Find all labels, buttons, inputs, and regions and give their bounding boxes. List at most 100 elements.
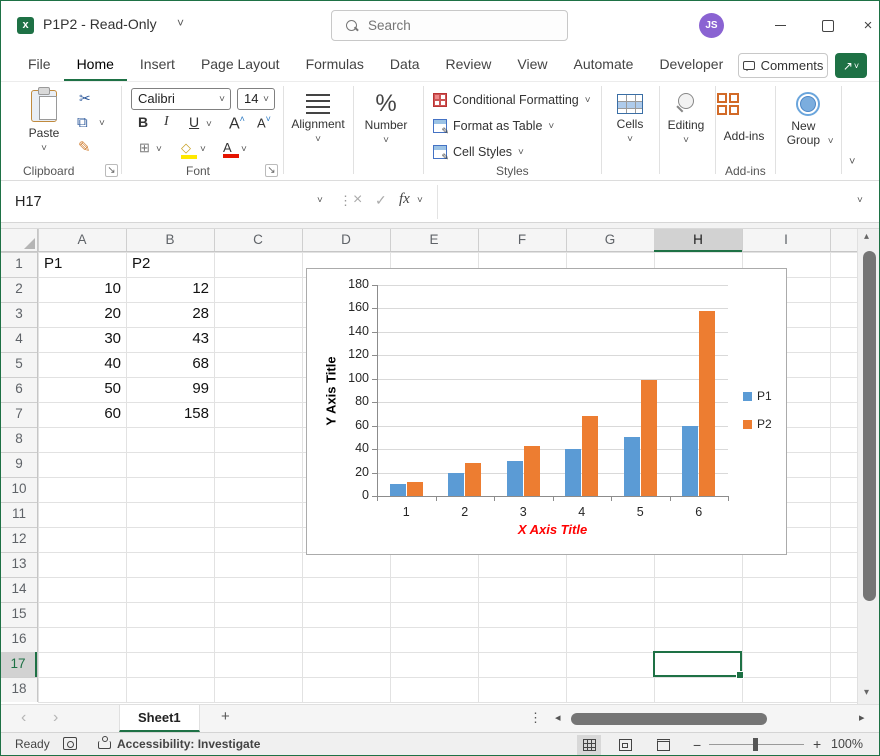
row-header-6[interactable]: 6: [1, 377, 37, 402]
row-header-12[interactable]: 12: [1, 527, 37, 552]
row-header-10[interactable]: 10: [1, 477, 37, 502]
row-header-4[interactable]: 4: [1, 327, 37, 352]
conditional-formatting-button[interactable]: Conditional Formatting ˅: [433, 90, 591, 110]
zoom-in-button[interactable]: +: [813, 736, 821, 752]
bar-P2-cat5[interactable]: [640, 379, 657, 496]
format-as-table-button[interactable]: Format as Table ˅: [433, 116, 554, 137]
cell-B2[interactable]: 12: [127, 277, 214, 302]
cell-A4[interactable]: 30: [39, 327, 126, 352]
cell-B3[interactable]: 28: [127, 302, 214, 327]
borders-chevron-down-icon[interactable]: ˅: [156, 144, 162, 155]
row-header-15[interactable]: 15: [1, 602, 37, 627]
tab-file[interactable]: File: [15, 49, 64, 81]
row-header-5[interactable]: 5: [1, 352, 37, 377]
bar-P1-cat5[interactable]: [623, 437, 640, 496]
add-sheet-button[interactable]: +: [221, 708, 230, 725]
tab-review[interactable]: Review: [433, 49, 505, 81]
insert-function-icon[interactable]: fx: [399, 191, 410, 208]
vertical-scrollbar[interactable]: ▴ ▾: [857, 229, 879, 704]
zoom-level[interactable]: 100%: [831, 737, 863, 751]
column-header-B[interactable]: B: [126, 229, 214, 252]
cell-styles-button[interactable]: Cell Styles ˅: [433, 142, 524, 163]
row-header-3[interactable]: 3: [1, 302, 37, 327]
borders-button[interactable]: ⊞: [139, 140, 150, 156]
formula-bar-expand-chevron-icon[interactable]: ˅: [857, 195, 863, 206]
zoom-slider-thumb[interactable]: [753, 738, 758, 751]
row-header-7[interactable]: 7: [1, 402, 37, 427]
cell-A2[interactable]: 10: [39, 277, 126, 302]
row-header-1[interactable]: 1: [1, 252, 37, 277]
share-button[interactable]: ↗ ˅: [835, 53, 867, 78]
tab-developer[interactable]: Developer: [646, 49, 736, 81]
column-header-D[interactable]: D: [302, 229, 390, 252]
copy-icon[interactable]: ⧉: [77, 114, 88, 131]
number-button[interactable]: % Number ˅: [359, 90, 413, 146]
column-header-I[interactable]: I: [742, 229, 830, 252]
bold-button[interactable]: B: [138, 114, 148, 130]
normal-view-button[interactable]: [577, 735, 601, 755]
row-header-11[interactable]: 11: [1, 502, 37, 527]
zoom-out-button[interactable]: −: [693, 737, 701, 753]
paste-button[interactable]: Paste ˅: [21, 87, 67, 162]
collapse-ribbon-chevron-icon[interactable]: ˅: [849, 156, 855, 168]
copy-chevron-down-icon[interactable]: ˅: [99, 118, 105, 129]
name-box-chevron-down-icon[interactable]: ˅: [317, 195, 323, 206]
tab-view[interactable]: View: [504, 49, 560, 81]
title-chevron-down-icon[interactable]: ˅: [177, 16, 184, 30]
font-name-select[interactable]: Calibri ˅: [131, 88, 231, 110]
cell-B4[interactable]: 43: [127, 327, 214, 352]
scroll-up-icon[interactable]: ▴: [864, 231, 869, 242]
scroll-down-icon[interactable]: ▾: [864, 687, 869, 698]
cell-B1[interactable]: P2: [127, 252, 214, 277]
row-header-14[interactable]: 14: [1, 577, 37, 602]
cut-icon[interactable]: ✂: [79, 90, 91, 107]
hscroll-right-icon[interactable]: ▸: [859, 711, 865, 724]
column-header-F[interactable]: F: [478, 229, 566, 252]
cell-A3[interactable]: 20: [39, 302, 126, 327]
alignment-button[interactable]: Alignment ˅: [291, 90, 345, 145]
row-header-13[interactable]: 13: [1, 552, 37, 577]
italic-button[interactable]: I: [164, 114, 169, 130]
cell-A7[interactable]: 60: [39, 402, 126, 427]
tab-page-layout[interactable]: Page Layout: [188, 49, 293, 81]
clipboard-dialog-launcher[interactable]: ↘: [105, 164, 118, 177]
row-header-18[interactable]: 18: [1, 677, 37, 702]
vertical-scrollbar-thumb[interactable]: [863, 251, 876, 601]
tab-automate[interactable]: Automate: [561, 49, 647, 81]
bar-P1-cat4[interactable]: [565, 449, 582, 496]
cell-B7[interactable]: 158: [127, 402, 214, 427]
row-header-17[interactable]: 17: [1, 652, 37, 677]
tab-insert[interactable]: Insert: [127, 49, 188, 81]
macro-record-icon[interactable]: [63, 737, 77, 750]
maximize-button[interactable]: [813, 13, 843, 38]
accessibility-status[interactable]: Accessibility: Investigate: [117, 737, 260, 751]
hscroll-left-icon[interactable]: ◂: [555, 711, 561, 724]
bar-P2-cat3[interactable]: [523, 445, 540, 496]
font-color-chevron-down-icon[interactable]: ˅: [241, 144, 247, 155]
legend-item-P1[interactable]: P1: [743, 389, 772, 403]
formula-input[interactable]: [437, 185, 867, 219]
bar-P2-cat4[interactable]: [582, 416, 599, 496]
tab-home[interactable]: Home: [63, 49, 127, 81]
next-sheet-icon[interactable]: ›: [53, 709, 58, 727]
minimize-button[interactable]: [765, 13, 795, 38]
cell-B6[interactable]: 99: [127, 377, 214, 402]
row-header-9[interactable]: 9: [1, 452, 37, 477]
addins-button[interactable]: Add-ins: [717, 90, 771, 143]
bar-P1-cat1[interactable]: [389, 484, 406, 496]
decrease-font-size-button[interactable]: A˅: [257, 114, 271, 130]
row-header-8[interactable]: 8: [1, 427, 37, 452]
format-painter-icon[interactable]: ✎: [78, 138, 91, 156]
name-box[interactable]: H17: [9, 188, 331, 217]
cell-A5[interactable]: 40: [39, 352, 126, 377]
column-header-A[interactable]: A: [38, 229, 126, 252]
underline-chevron-down-icon[interactable]: ˅: [206, 119, 212, 130]
user-avatar[interactable]: JS: [699, 13, 724, 38]
font-color-button[interactable]: A: [223, 140, 239, 158]
embedded-bar-chart[interactable]: 0 20 40 60 80 100 120 140 160 180 1 2 3 4 5 6 X Axis Tit…: [306, 268, 787, 555]
fx-chevron-down-icon[interactable]: ˅: [417, 195, 423, 206]
font-size-select[interactable]: 14 ˅: [237, 88, 275, 110]
fill-color-button[interactable]: ◇: [181, 140, 197, 159]
cell-A6[interactable]: 50: [39, 377, 126, 402]
tab-data[interactable]: Data: [377, 49, 433, 81]
